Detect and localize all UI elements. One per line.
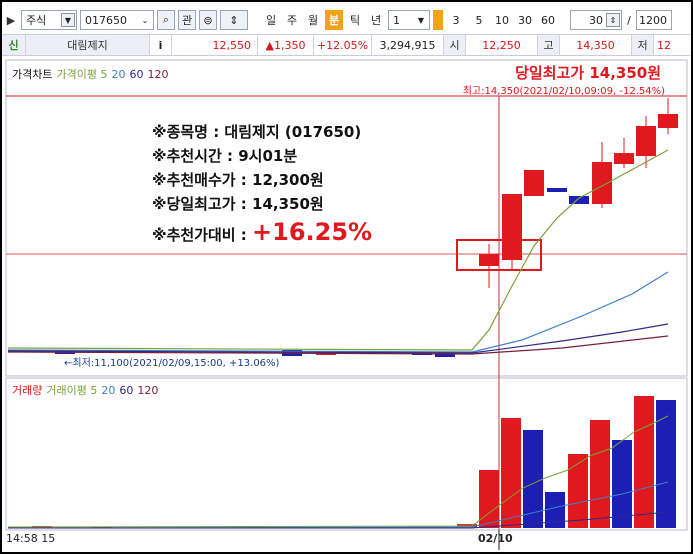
ann-stock-name: ※종목명 : 대림제지 (017650) <box>152 123 362 141</box>
candle <box>658 114 678 128</box>
day-low-note: ←최저:11,100(2021/02/09,15:00, +13.06%) <box>64 358 280 369</box>
candle <box>547 188 567 192</box>
menu-arrow-icon[interactable]: ▶ <box>4 10 18 30</box>
volume-bar <box>479 470 499 528</box>
compare-icon[interactable]: ⊜ <box>199 10 217 30</box>
volume-bar <box>501 418 521 528</box>
volume-value: 3,294,915 <box>372 35 444 55</box>
slash: / <box>625 10 633 30</box>
minute-60-button[interactable]: 60 <box>538 10 558 30</box>
legend-price: 가격차트 <box>12 68 53 81</box>
candle <box>502 194 522 260</box>
interval-select[interactable]: 1 ▼ <box>388 10 430 30</box>
open-price: 12,250 <box>466 35 538 55</box>
period-tick[interactable]: 틱 <box>346 10 364 30</box>
low-price: 12 <box>657 38 671 52</box>
high-label: 고 <box>538 35 560 55</box>
volume-bar <box>568 454 588 528</box>
minute-1-button[interactable] <box>433 10 443 30</box>
stock-name: 대림제지 <box>26 35 150 55</box>
legend-ma60: 60 <box>129 67 144 81</box>
volume-legend: 거래량 거래이평 5 20 60 120 <box>12 382 158 398</box>
volume-bar <box>523 430 543 528</box>
current-price: 12,550 <box>172 35 258 55</box>
ann-return-label: ※추천가대비 : <box>152 226 253 244</box>
day-high-title: 당일최고가 14,350원 <box>515 64 661 82</box>
time-axis-label: 14:58 15 <box>6 532 56 545</box>
minute-5-button[interactable]: 5 <box>469 10 489 30</box>
ann-day-high: ※당일최고가 : 14,350원 <box>152 195 324 213</box>
volume-bar <box>612 440 632 528</box>
count-input[interactable]: 30 ⇕ <box>570 10 622 30</box>
chart-area[interactable]: 가격차트 가격이평 5 20 60 120 당일최고가 14,350원 최고:1… <box>2 58 691 550</box>
recommendation-annotation: ※종목명 : 대림제지 (017650) ※추천시간 : 9시01분 ※추천매수… <box>152 120 372 247</box>
spin-icon[interactable]: ⇕ <box>606 13 620 27</box>
volume-bars-group <box>7 396 676 529</box>
candle <box>592 162 612 204</box>
period-year[interactable]: 년 <box>367 10 385 30</box>
info-button[interactable]: i <box>150 35 172 55</box>
period-minute[interactable]: 분 <box>325 10 343 30</box>
candle <box>614 153 634 164</box>
minute-30-button[interactable]: 30 <box>515 10 535 30</box>
legend-ma120: 120 <box>147 67 169 81</box>
legend-vol-ma120: 120 <box>137 383 159 397</box>
chevron-down-icon[interactable]: ▼ <box>61 13 75 27</box>
high-price: 14,350 <box>560 35 632 55</box>
legend-ma20: 20 <box>111 67 126 81</box>
ann-buy-price: ※추천매수가 : 12,300원 <box>152 171 324 189</box>
volume-bar <box>634 396 654 528</box>
minute-10-button[interactable]: 10 <box>492 10 512 30</box>
day-high-note: 최고:14,350(2021/02/10,09:09, -12.54%) <box>462 86 665 97</box>
legend-vol-ma20: 20 <box>101 383 116 397</box>
period-week[interactable]: 주 <box>283 10 301 30</box>
low-label: 저 <box>632 35 654 55</box>
minute-3-button[interactable]: 3 <box>446 10 466 30</box>
candle <box>524 170 544 196</box>
count-value: 30 <box>589 13 603 27</box>
candle <box>569 196 589 204</box>
price-change-pct: +12.05% <box>314 35 372 55</box>
legend-ma5: 가격이평 5 <box>56 68 108 81</box>
price-change: ▲1,350 <box>258 35 314 55</box>
stock-code-value: 017650 <box>85 13 127 27</box>
candle <box>479 254 499 266</box>
interval-value: 1 <box>393 13 400 27</box>
volume-bar <box>590 420 610 528</box>
market-select-value: 주식 <box>26 14 47 27</box>
price-legend: 가격차트 가격이평 5 20 60 120 <box>12 66 168 82</box>
period-month[interactable]: 월 <box>304 10 322 30</box>
spin-arrows-icon[interactable]: ⇕ <box>220 10 248 30</box>
candle <box>636 126 656 156</box>
chevron-down-icon[interactable]: ▼ <box>414 13 428 27</box>
toolbar: ▶ 주식 ▼ 017650 ⌄ ⌕ 관 ⊜ ⇕ 일 주 월 분 틱 년 1 ▼ … <box>2 8 691 32</box>
stock-code-input[interactable]: 017650 ⌄ <box>80 10 154 30</box>
search-icon[interactable]: ⌕ <box>157 10 175 30</box>
market-select[interactable]: 주식 ▼ <box>21 10 77 30</box>
legend-vol-ma5: 거래이평 5 <box>46 384 98 397</box>
chart-window: ▶ 주식 ▼ 017650 ⌄ ⌕ 관 ⊜ ⇕ 일 주 월 분 틱 년 1 ▼ … <box>2 2 691 552</box>
credit-flag: 신 <box>2 35 26 55</box>
open-label: 시 <box>444 35 466 55</box>
ann-return-value: +16.25% <box>252 218 373 246</box>
total-input[interactable]: 1200 <box>636 10 672 30</box>
volume-bar <box>656 400 676 528</box>
period-day[interactable]: 일 <box>262 10 280 30</box>
legend-vol-ma60: 60 <box>119 383 134 397</box>
quote-bar: 신 대림제지 i 12,550 ▲1,350 +12.05% 3,294,915… <box>2 34 691 56</box>
legend-volume: 거래량 <box>12 384 43 397</box>
date-axis-label: 02/10 <box>478 532 513 545</box>
gwan-button[interactable]: 관 <box>178 10 196 30</box>
ann-time: ※추천시간 : 9시01분 <box>152 147 298 165</box>
chevron-down-icon[interactable]: ⌄ <box>138 13 152 27</box>
